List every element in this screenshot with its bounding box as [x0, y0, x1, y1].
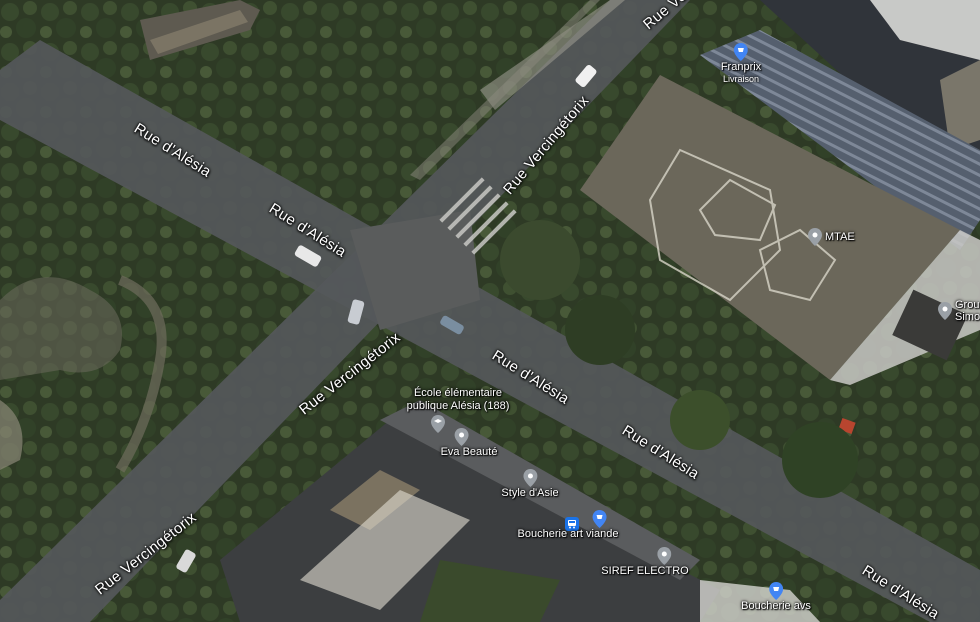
poi-name: SIREF ELECTRO [601, 565, 689, 577]
shopping-pin-icon [593, 510, 607, 528]
poi-subtitle: Livraison [722, 74, 760, 84]
place-pin-icon [522, 469, 537, 487]
poi-eva-beaute[interactable]: Eva Beauté [440, 428, 498, 459]
poi-name: Eva Beauté [440, 446, 498, 458]
shopping-pin-icon [769, 582, 783, 600]
poi-name-line2: publique Alésia (188) [406, 400, 510, 412]
poi-boucherie-art-viande[interactable]: Boucherie art viande [517, 510, 619, 541]
poi-groupe[interactable]: Grou Simo [938, 299, 980, 323]
poi-siref-electro[interactable]: SIREF ELECTRO [601, 547, 689, 578]
poi-name: Boucherie avs [741, 600, 811, 612]
poi-name: Grou [955, 299, 980, 311]
satellite-imagery [0, 0, 980, 622]
poi-boucherie-avs[interactable]: Boucherie avs [741, 582, 811, 613]
place-pin-icon [938, 302, 952, 320]
place-pin-icon [808, 228, 822, 246]
poi-mtae[interactable]: MTAE [808, 228, 855, 246]
poi-style-dasie[interactable]: Style d'Asie [501, 469, 559, 500]
poi-name: Style d'Asie [501, 487, 559, 499]
poi-name: MTAE [825, 231, 855, 243]
poi-ecole[interactable]: École élémentaire publique Alésia (188) [407, 387, 510, 413]
satellite-map[interactable]: Rue d'Alésia Rue d'Alésia Rue d'Alésia R… [0, 0, 980, 622]
poi-subtitle: Simo [955, 311, 980, 323]
poi-name: École élémentaire [413, 387, 503, 399]
place-pin-icon [455, 428, 469, 446]
poi-franprix[interactable]: Franprix Livraison [721, 43, 761, 84]
place-pin-icon [657, 547, 671, 565]
poi-name: Boucherie art viande [517, 528, 619, 540]
shopping-pin-icon [734, 43, 748, 61]
poi-name: Franprix [720, 61, 762, 73]
